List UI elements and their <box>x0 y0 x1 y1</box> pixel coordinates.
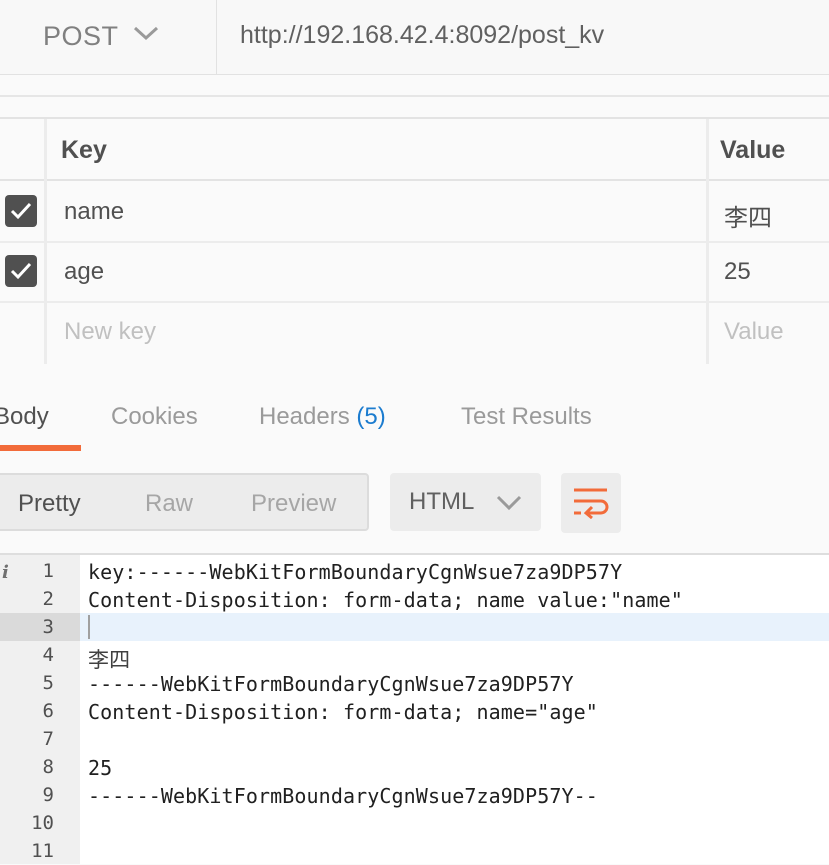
code-line: 6 Content-Disposition: form-data; name="… <box>0 697 829 725</box>
line-text: Content-Disposition: form-data; name val… <box>88 588 683 612</box>
code-line: i 1 key:------WebKitFormBoundaryCgnWsue7… <box>0 557 829 585</box>
response-tabs: Body Cookies Headers (5) Test Results <box>0 364 829 452</box>
view-raw-button[interactable]: Raw <box>145 490 193 518</box>
column-divider <box>44 119 47 364</box>
new-param-row: New key Value <box>0 301 829 361</box>
text-cursor <box>88 615 90 639</box>
chevron-down-icon <box>496 495 522 511</box>
request-tab-strip <box>0 75 829 97</box>
param-value-input[interactable]: 李四 <box>724 198 772 233</box>
line-text: key:------WebKitFormBoundaryCgnWsue7za9D… <box>88 560 623 584</box>
code-line: 9 ------WebKitFormBoundaryCgnWsue7za9DP5… <box>0 781 829 809</box>
param-row: age 25 <box>0 241 829 303</box>
line-number: 7 <box>42 728 54 750</box>
line-number: 9 <box>42 784 54 806</box>
url-input[interactable]: http://192.168.42.4:8092/post_kv <box>240 21 604 50</box>
line-text: ------WebKitFormBoundaryCgnWsue7za9DP57Y… <box>88 784 598 808</box>
column-divider <box>706 119 709 364</box>
param-value-input[interactable]: 25 <box>724 258 751 286</box>
code-line: 11 <box>0 837 829 865</box>
column-header-key: Key <box>61 136 107 164</box>
method-dropdown[interactable]: POST <box>0 0 217 74</box>
param-checkbox[interactable] <box>5 195 37 227</box>
wrap-lines-button[interactable] <box>561 473 621 533</box>
format-label: HTML <box>409 488 475 515</box>
line-number: 1 <box>42 560 54 582</box>
line-number: 4 <box>42 644 54 666</box>
wrap-lines-icon <box>574 488 609 519</box>
method-label: POST <box>43 21 119 51</box>
line-text: 25 <box>88 756 113 780</box>
line-text: ------WebKitFormBoundaryCgnWsue7za9DP57Y <box>88 672 574 696</box>
column-header-value: Value <box>720 136 786 164</box>
headers-count-badge: (5) <box>356 403 386 430</box>
view-preview-button[interactable]: Preview <box>251 490 336 518</box>
code-line: 4 李四 <box>0 641 829 672</box>
tab-test-results[interactable]: Test Results <box>461 403 592 431</box>
check-icon <box>10 262 32 280</box>
response-body-viewer[interactable]: i 1 key:------WebKitFormBoundaryCgnWsue7… <box>0 553 829 864</box>
param-key-input[interactable]: age <box>64 258 104 286</box>
check-icon <box>10 202 32 220</box>
code-line-active: 3 <box>0 613 829 641</box>
code-line: 5 ------WebKitFormBoundaryCgnWsue7za9DP5… <box>0 669 829 697</box>
tab-headers[interactable]: Headers (5) <box>259 403 386 431</box>
tab-headers-label: Headers <box>259 403 350 430</box>
params-table: Key Value name 李四 age 25 New key Value <box>0 117 829 366</box>
format-dropdown[interactable]: HTML <box>390 473 541 531</box>
active-tab-indicator <box>0 445 81 451</box>
params-header-row: Key Value <box>0 119 829 181</box>
tab-cookies[interactable]: Cookies <box>111 403 198 431</box>
line-number: 3 <box>42 616 54 638</box>
param-row: name 李四 <box>0 181 829 243</box>
line-number: 10 <box>31 812 54 834</box>
tab-body[interactable]: Body <box>0 403 49 431</box>
param-key-input[interactable]: name <box>64 198 124 226</box>
line-text: Content-Disposition: form-data; name="ag… <box>88 700 598 724</box>
new-key-input[interactable]: New key <box>64 318 156 346</box>
code-line: 10 <box>0 809 829 837</box>
line-number: 11 <box>31 840 54 862</box>
view-pretty-button[interactable]: Pretty <box>18 490 81 518</box>
code-line: 8 25 <box>0 753 829 781</box>
code-line: 7 <box>0 725 829 753</box>
line-number: 6 <box>42 700 54 722</box>
url-bar: POST http://192.168.42.4:8092/post_kv <box>0 0 829 75</box>
line-number: 5 <box>42 672 54 694</box>
param-checkbox[interactable] <box>5 255 37 287</box>
code-line: 2 Content-Disposition: form-data; name v… <box>0 585 829 613</box>
new-value-input[interactable]: Value <box>724 318 784 346</box>
line-number: 2 <box>42 588 54 610</box>
line-number: 8 <box>42 756 54 778</box>
chevron-down-icon <box>133 26 159 41</box>
view-mode-toggle: Pretty Raw Preview <box>0 473 369 531</box>
